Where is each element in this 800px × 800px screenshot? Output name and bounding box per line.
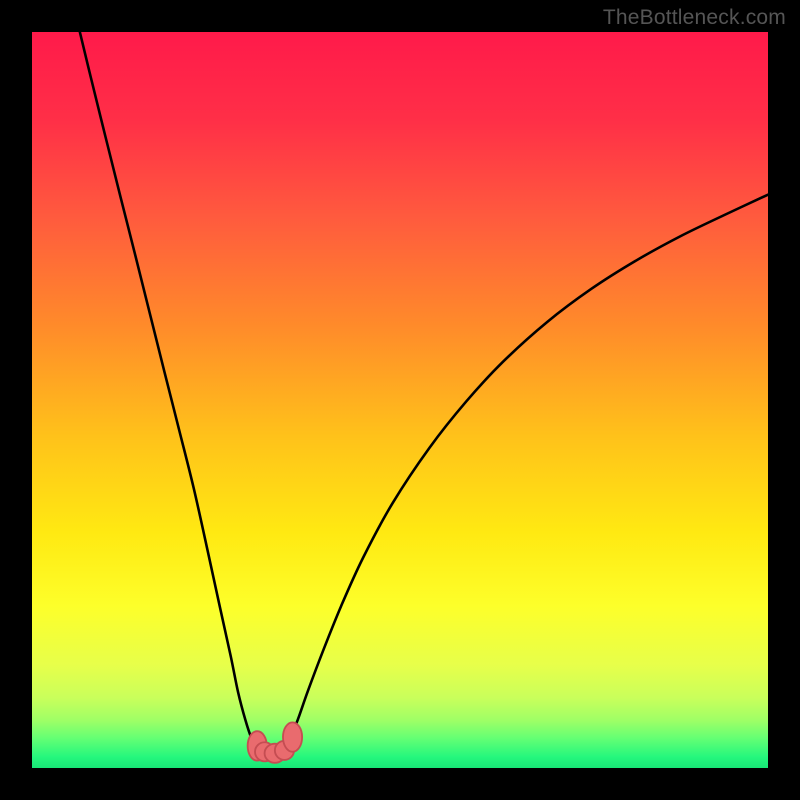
plot-area [32, 32, 768, 768]
bottleneck-curve [80, 32, 768, 754]
chart-frame: TheBottleneck.com [0, 0, 800, 800]
trough-marker [283, 722, 302, 751]
watermark-text: TheBottleneck.com [603, 6, 786, 30]
trough-markers [248, 722, 302, 762]
curve-layer [32, 32, 768, 768]
